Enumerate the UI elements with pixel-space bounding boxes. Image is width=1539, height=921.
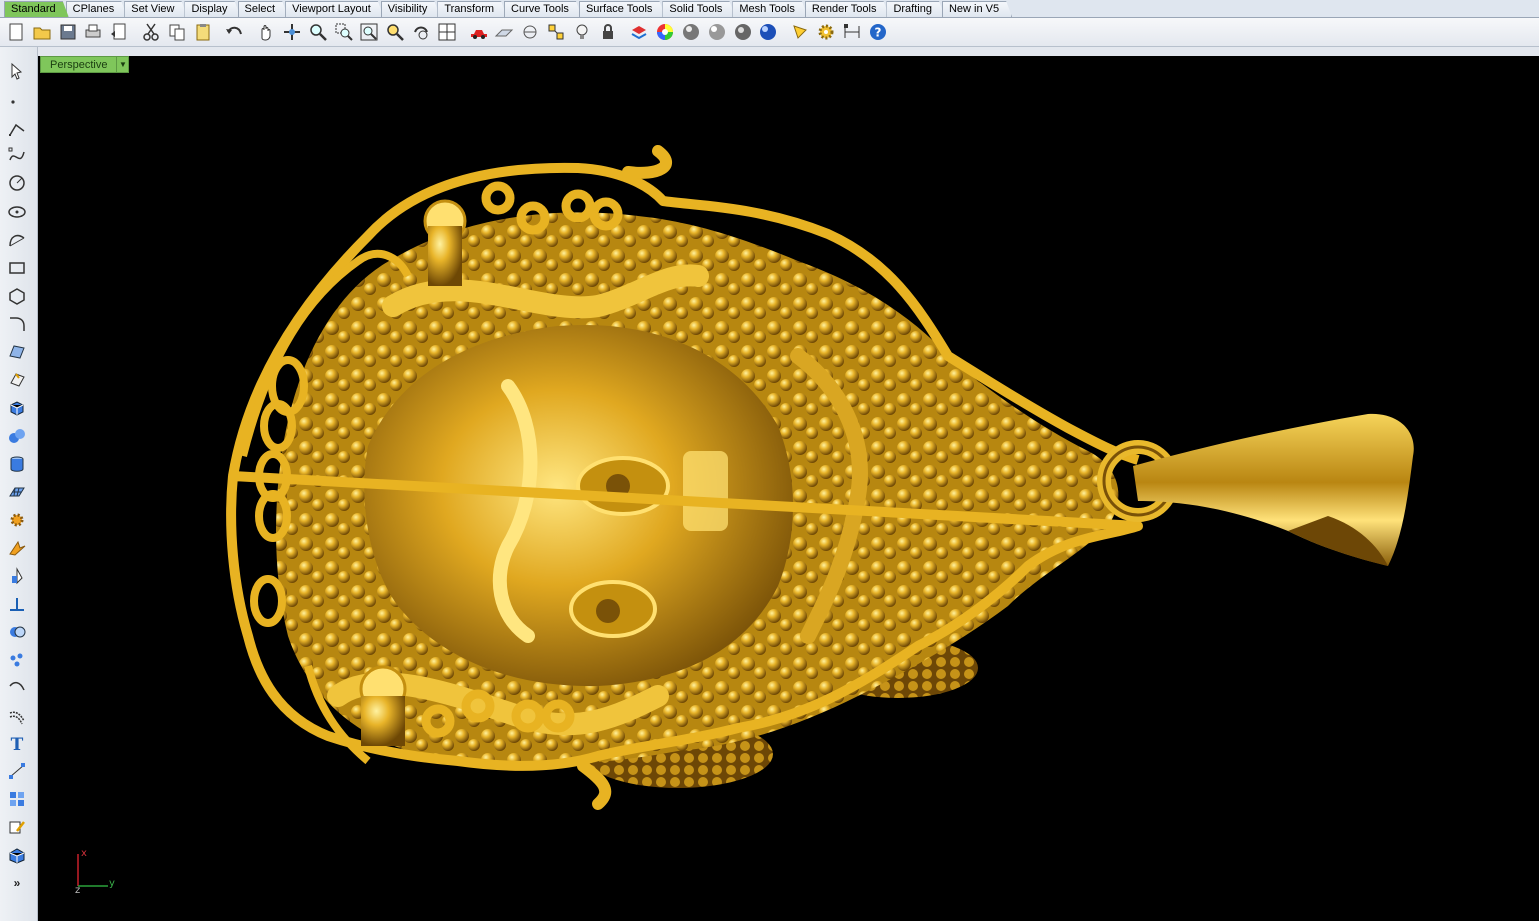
mesh-icon[interactable] — [4, 480, 30, 504]
tab-display[interactable]: Display — [184, 1, 240, 17]
new-icon[interactable] — [4, 20, 28, 44]
zoom-icon[interactable] — [306, 20, 330, 44]
rectangle-icon[interactable] — [4, 256, 30, 280]
tab-select[interactable]: Select — [238, 1, 289, 17]
rendered-sphere-icon[interactable] — [705, 20, 729, 44]
blend-curve-icon[interactable] — [4, 676, 30, 700]
select-arrow-icon[interactable] — [4, 59, 30, 83]
polygon-icon[interactable] — [4, 284, 30, 308]
paste-icon[interactable] — [191, 20, 215, 44]
surface-icon[interactable] — [4, 340, 30, 364]
material-sphere-icon[interactable] — [731, 20, 755, 44]
axis-y-label: y — [109, 878, 115, 889]
tab-solid-tools[interactable]: Solid Tools — [662, 1, 735, 17]
solid-tools-icon[interactable] — [4, 843, 30, 867]
tab-new-in-v5[interactable]: New in V5 — [942, 1, 1012, 17]
pendant-eye — [596, 599, 620, 623]
more-label: » — [13, 876, 21, 890]
zoom-window-icon[interactable] — [332, 20, 356, 44]
more-icon[interactable]: » — [4, 871, 30, 895]
cplane-icon[interactable] — [492, 20, 516, 44]
dimension-icon[interactable] — [4, 759, 30, 783]
viewport-title[interactable]: Perspective — [40, 56, 118, 73]
boolean-icon[interactable] — [4, 620, 30, 644]
cplane-icon[interactable] — [4, 592, 30, 616]
offset-curve-icon[interactable] — [4, 704, 30, 728]
zoom-extents-icon[interactable] — [357, 20, 381, 44]
circle-icon[interactable] — [4, 171, 30, 195]
tab-cplanes[interactable]: CPlanes — [66, 1, 128, 17]
analyze-icon[interactable] — [4, 564, 30, 588]
rhino-window: Standard CPlanes Set View Display Select View… — [0, 0, 1539, 921]
undo-icon[interactable] — [222, 20, 246, 44]
extrude-icon[interactable] — [4, 368, 30, 392]
cylinder-icon[interactable] — [4, 452, 30, 476]
car-icon[interactable] — [467, 20, 491, 44]
world-axes-icon: x y z — [68, 846, 128, 896]
axis-z-label: z — [75, 885, 81, 896]
pendant-frame-tail — [622, 145, 672, 179]
grid-snap-icon[interactable] — [544, 20, 568, 44]
pendant-model[interactable] — [226, 145, 1414, 810]
toolbar-tab-strip: Standard CPlanes Set View Display Select View… — [0, 0, 1539, 18]
blue-sphere-icon[interactable] — [756, 20, 780, 44]
lock-icon[interactable] — [596, 20, 620, 44]
transform-icon[interactable] — [4, 536, 30, 560]
four-viewports-icon[interactable] — [435, 20, 459, 44]
shaded-sphere-icon[interactable] — [679, 20, 703, 44]
svg-text:?: ? — [874, 26, 881, 40]
tab-transform[interactable]: Transform — [437, 1, 507, 17]
object-snap-icon[interactable] — [518, 20, 542, 44]
gear-icon[interactable] — [814, 20, 838, 44]
perspective-viewport[interactable]: Perspective ▼ x y z — [38, 56, 1539, 921]
save-icon[interactable] — [56, 20, 80, 44]
import-icon[interactable] — [107, 20, 131, 44]
text-icon[interactable]: T — [4, 731, 30, 755]
arc-icon[interactable] — [4, 228, 30, 252]
box-icon[interactable] — [4, 396, 30, 420]
print-icon[interactable] — [81, 20, 105, 44]
polyline-icon[interactable] — [4, 117, 30, 141]
point-icon[interactable] — [4, 88, 30, 112]
dimension-icon[interactable] — [840, 20, 864, 44]
spotlight-icon[interactable] — [788, 20, 812, 44]
tab-curve-tools[interactable]: Curve Tools — [504, 1, 582, 17]
tab-visibility[interactable]: Visibility — [381, 1, 441, 17]
undo-view-icon[interactable] — [409, 20, 433, 44]
gear-solids-icon[interactable] — [4, 508, 30, 532]
pendant-mouth — [683, 451, 728, 531]
points-icon[interactable] — [4, 648, 30, 672]
svg-text:T: T — [11, 735, 24, 753]
open-icon[interactable] — [30, 20, 54, 44]
cut-icon[interactable] — [139, 20, 163, 44]
rotate-view-icon[interactable] — [280, 20, 304, 44]
viewport-menu-button[interactable]: ▼ — [117, 56, 130, 73]
ellipse-icon[interactable] — [4, 200, 30, 224]
tab-viewport-layout[interactable]: Viewport Layout — [285, 1, 384, 17]
color-wheel-icon[interactable] — [653, 20, 677, 44]
pan-hand-icon[interactable] — [254, 20, 278, 44]
viewport-title-tab[interactable]: Perspective ▼ — [40, 56, 130, 73]
tab-set-view[interactable]: Set View — [124, 1, 187, 17]
tab-mesh-tools[interactable]: Mesh Tools — [732, 1, 807, 17]
transform-edit-icon[interactable] — [4, 815, 30, 839]
spheres-icon[interactable] — [4, 424, 30, 448]
curve-icon[interactable] — [4, 143, 30, 167]
copy-icon[interactable] — [165, 20, 189, 44]
render-scene[interactable] — [38, 56, 1539, 921]
standard-toolbar: ? — [0, 18, 1539, 47]
help-icon[interactable]: ? — [866, 20, 890, 44]
tab-render-tools[interactable]: Render Tools — [805, 1, 890, 17]
tab-drafting[interactable]: Drafting — [886, 1, 945, 17]
left-toolbar: T» — [0, 47, 38, 921]
light-icon[interactable] — [570, 20, 594, 44]
axis-x-label: x — [81, 848, 87, 859]
group-icon[interactable] — [4, 787, 30, 811]
tab-surface-tools[interactable]: Surface Tools — [579, 1, 665, 17]
zoom-selected-icon[interactable] — [383, 20, 407, 44]
layer-icon[interactable] — [627, 20, 651, 44]
tab-standard[interactable]: Standard — [4, 1, 69, 17]
fillet-icon[interactable] — [4, 312, 30, 336]
